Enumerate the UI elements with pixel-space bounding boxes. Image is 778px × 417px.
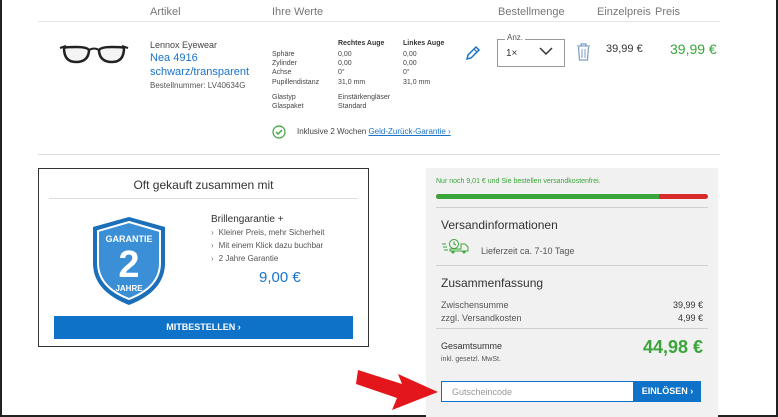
feature-text: Kleiner Preis, mehr Sicherheit: [218, 228, 325, 237]
shipping-info-title: Versandinformationen: [441, 218, 558, 232]
cross-sell-divider: [49, 198, 358, 199]
shipping-cost-label: zzgl. Versandkosten: [441, 313, 522, 323]
cross-sell-product-name: Brillengarantie +: [211, 214, 284, 225]
prescription-label: Achse: [272, 69, 292, 76]
quantity-value: 1×: [506, 48, 518, 59]
shield-top-text: GARANTIE: [106, 234, 153, 244]
prescription-left: 0,00: [403, 51, 417, 58]
header-unit-price: Einzelpreis: [597, 6, 651, 18]
guarantee-text: Inklusive 2 Wochen: [297, 127, 369, 136]
feature-item: › Mit einem Klick dazu buchbar: [211, 241, 323, 250]
right-eye-header: Rechtes Auge: [338, 40, 385, 47]
cross-sell-box: Oft gekauft zusammen mit GARANTIE 2 JAHR…: [38, 168, 369, 347]
quantity-legend: Anz.: [505, 33, 526, 42]
shipping-cost-value: 4,99 €: [677, 313, 703, 323]
coupon-code-input[interactable]: [441, 381, 634, 402]
red-arrow-annotation: [356, 370, 438, 410]
guarantee-note: Inklusive 2 Wochen Geld-Zurück-Garantie …: [297, 127, 451, 136]
free-shipping-progress-fill: [436, 194, 660, 199]
prescription-right: 0°: [338, 69, 345, 76]
chevron-down-icon: [539, 47, 553, 56]
chevron-right-icon: ›: [211, 228, 214, 237]
order-summary-panel: Nur noch 9,01 € und Sie bestellen versan…: [426, 168, 718, 417]
feature-item: › 2 Jahre Garantie: [211, 254, 278, 263]
cross-sell-title: Oft gekauft zusammen mit: [133, 178, 274, 192]
prescription-left: 0,00: [403, 60, 417, 67]
chevron-right-icon: ›: [211, 254, 214, 263]
product-color-link[interactable]: schwarz/transparent: [150, 66, 249, 78]
header-divider: [38, 21, 720, 22]
lens-type-label: Glastyp: [272, 94, 296, 101]
prescription-right: 0,00: [338, 51, 352, 58]
prescription-right: 31,0 mm: [338, 79, 366, 86]
section-divider: [38, 154, 720, 155]
header-price: Preis: [655, 6, 681, 18]
feature-text: 2 Jahre Garantie: [218, 254, 279, 263]
shield-bottom-text: JAHRE: [115, 284, 143, 293]
subtotal-value: 39,99 €: [672, 300, 703, 310]
header-quantity: Bestellmenge: [498, 6, 565, 18]
chevron-right-icon: ›: [211, 241, 214, 250]
total-label: Gesamtsumme: [441, 341, 503, 351]
guarantee-link[interactable]: Geld-Zurück-Garantie ›: [368, 127, 450, 136]
money-back-icon: [272, 125, 286, 139]
redeem-coupon-button[interactable]: EINLÖSEN ›: [634, 381, 701, 402]
prescription-label: Pupillendistanz: [272, 79, 320, 86]
total-value: 44,98 €: [642, 337, 703, 357]
prescription-left: 0°: [403, 69, 410, 76]
add-to-order-button[interactable]: MITBESTELLEN ›: [54, 316, 353, 339]
lens-pack-value: Standard: [338, 103, 367, 110]
free-shipping-note: Nur noch 9,01 € und Sie bestellen versan…: [436, 178, 601, 185]
lens-pack-label: Glaspaket: [272, 103, 304, 110]
glasses-thumbnail[interactable]: [58, 42, 130, 68]
product-model-link[interactable]: Nea 4916: [150, 52, 198, 64]
shield-number: 2: [118, 244, 139, 286]
line-price: 39,99 €: [670, 41, 717, 57]
product-article-number: Bestellnummer: LV40634G: [150, 81, 246, 90]
prescription-left: 31,0 mm: [403, 79, 431, 86]
unit-price: 39,99 €: [606, 43, 643, 55]
summary-title: Zusammenfassung: [441, 276, 544, 290]
divider: [436, 207, 708, 208]
header-values: Ihre Werte: [272, 6, 324, 18]
divider: [436, 328, 708, 329]
prescription-right: 0,00: [338, 60, 352, 67]
free-shipping-progress: [436, 194, 708, 199]
lens-type-value: Einstärkengläser: [338, 94, 391, 101]
trash-icon[interactable]: [576, 43, 591, 61]
prescription-label: Sphäre: [272, 51, 295, 58]
left-eye-header: Linkes Auge: [403, 40, 445, 47]
feature-text: Mit einem Klick dazu buchbar: [218, 241, 324, 250]
delivery-truck-icon: [442, 239, 469, 254]
feature-item: › Kleiner Preis, mehr Sicherheit: [211, 228, 325, 237]
subtotal-label: Zwischensumme: [441, 300, 509, 310]
delivery-time: Lieferzeit ca. 7-10 Tage: [481, 246, 575, 256]
guarantee-shield-icon: GARANTIE 2 JAHRE: [93, 217, 165, 305]
product-brand: Lennox Eyewear: [150, 40, 218, 50]
pencil-icon[interactable]: [464, 44, 482, 62]
prescription-label: Zylinder: [272, 60, 297, 67]
header-article: Artikel: [150, 6, 181, 18]
divider: [436, 265, 708, 266]
cross-sell-price: 9,00 €: [259, 269, 301, 286]
total-tax-note: inkl. gesetzl. MwSt.: [441, 356, 501, 363]
